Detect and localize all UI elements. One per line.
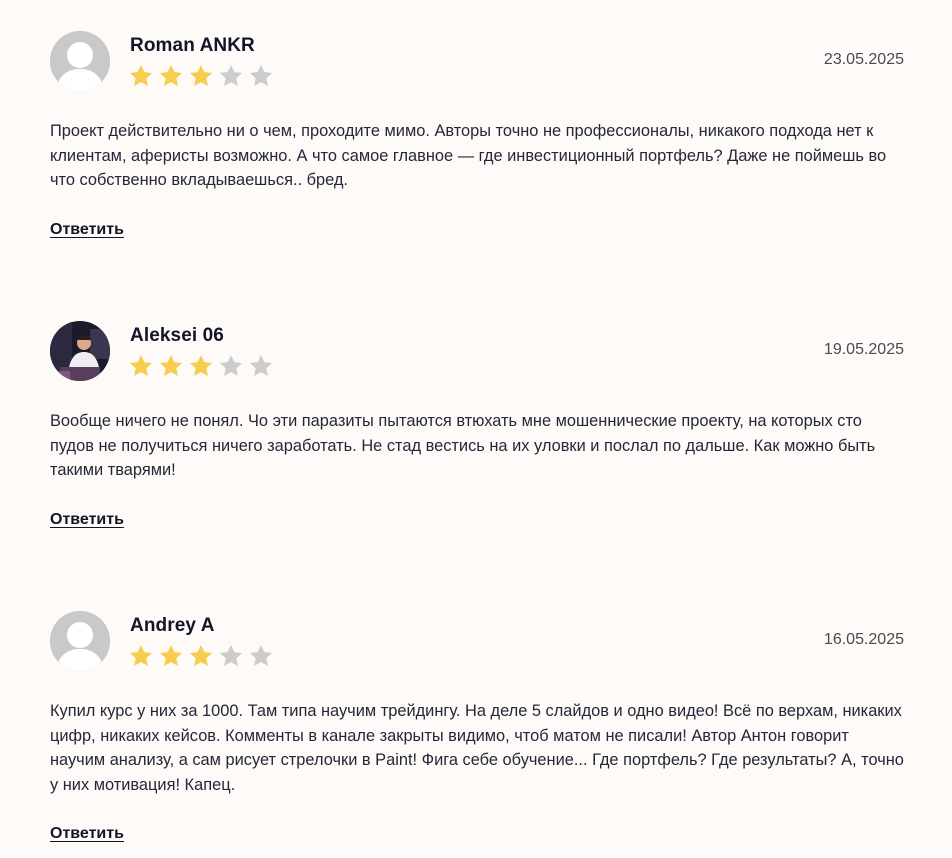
star-icon [159,644,183,666]
avatar [50,31,110,91]
star-icon [129,644,153,666]
review-text: Купил курс у них за 1000. Там типа научи… [50,702,904,794]
star-icon [249,644,273,666]
review-date: 19.05.2025 [823,341,904,358]
avatar [50,611,110,671]
reply-link[interactable]: Ответить [50,825,124,843]
review-card: Roman ANKR 23.05.2025 Проект действитель… [50,31,904,246]
review-text: Проект действительно ни о чем, проходите… [50,122,887,189]
review-author: Roman ANKR [130,35,255,56]
review-date: 16.05.2025 [823,631,904,648]
star-icon [129,354,153,376]
user-photo-icon [50,321,110,381]
review-card: Andrey A 16.05.2025 Купил курс у них за … [50,611,904,851]
avatar [50,321,110,381]
rating-stars [128,63,274,89]
star-icon [219,644,243,666]
star-icon [189,64,213,86]
rating-stars [128,643,274,669]
star-icon [189,644,213,666]
star-icon [249,354,273,376]
star-icon [219,64,243,86]
reply-link[interactable]: Ответить [50,221,124,239]
user-placeholder-icon [50,611,110,671]
reply-link[interactable]: Ответить [50,511,124,529]
review-author: Andrey A [130,615,215,636]
review-author: Aleksei 06 [130,325,224,346]
review-card: Aleksei 06 19.05.2025 Вообще ничего не п… [50,321,904,536]
star-icon [219,354,243,376]
star-icon [189,354,213,376]
review-text: Вообще ничего не понял. Чо эти паразиты … [50,412,876,479]
rating-stars [128,353,274,379]
review-date: 23.05.2025 [823,51,904,68]
star-icon [159,354,183,376]
star-icon [129,64,153,86]
star-icon [159,64,183,86]
star-icon [249,64,273,86]
user-placeholder-icon [50,31,110,91]
